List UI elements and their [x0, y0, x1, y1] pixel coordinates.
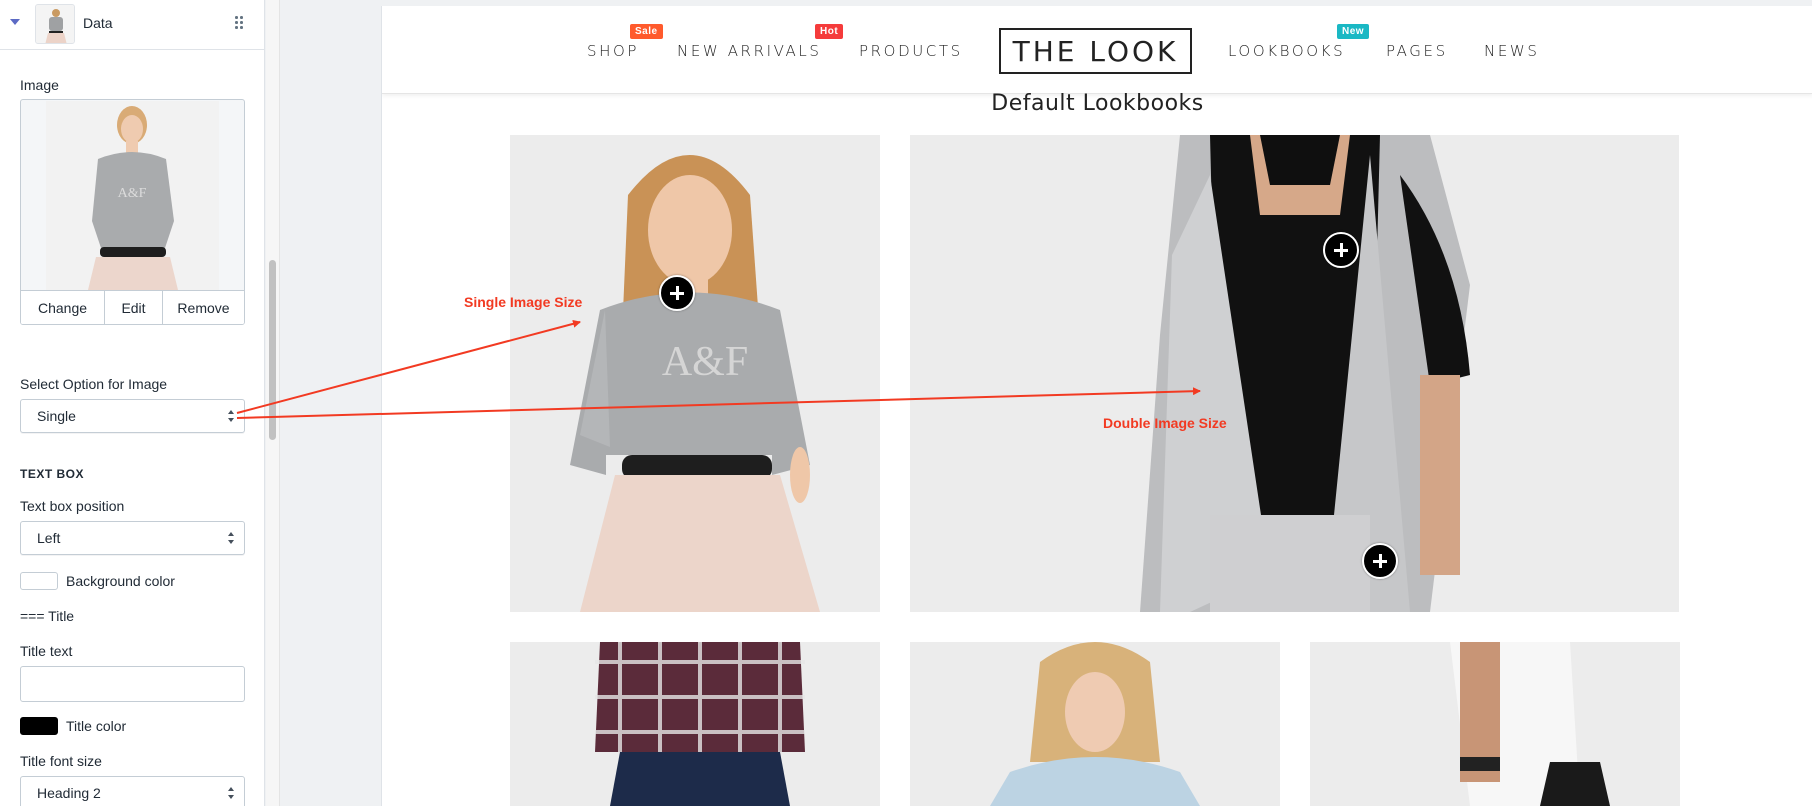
hotspot-plus-icon[interactable] — [659, 275, 695, 311]
store-navigation: SHOP Sale NEW ARRIVALS Hot PRODUCTS THE … — [382, 6, 1812, 94]
storefront-preview: SHOP Sale NEW ARRIVALS Hot PRODUCTS THE … — [381, 6, 1812, 806]
lookbook-image-plaid[interactable] — [510, 642, 880, 806]
collapse-caret-icon[interactable] — [10, 19, 20, 25]
nav-shop[interactable]: SHOP — [587, 42, 639, 60]
hotspot-plus-icon[interactable] — [1323, 232, 1359, 268]
nav-products[interactable]: PRODUCTS — [859, 42, 963, 60]
text-box-position-value: Left — [37, 530, 61, 546]
text-box-position-label: Text box position — [20, 498, 125, 514]
select-arrows-icon — [228, 532, 234, 544]
select-option-label: Select Option for Image — [20, 376, 168, 392]
lookbook-image-tshirt[interactable] — [1310, 642, 1680, 806]
select-arrows-icon — [228, 787, 234, 799]
image-label: Image — [20, 77, 59, 93]
lookbook-image-double[interactable] — [910, 135, 1679, 612]
drag-handle-icon[interactable] — [235, 16, 243, 29]
background-color-swatch[interactable] — [20, 572, 58, 590]
image-option-value: Single — [37, 408, 76, 424]
edit-image-button[interactable]: Edit — [105, 291, 163, 324]
page-title: Default Lookbooks — [991, 91, 1204, 116]
title-color-swatch[interactable] — [20, 717, 58, 735]
title-text-input[interactable] — [20, 666, 245, 702]
image-picker: A&F Change Edit Remove — [20, 99, 245, 325]
change-image-button[interactable]: Change — [21, 291, 105, 324]
title-font-size-select[interactable]: Heading 2 — [20, 776, 245, 806]
sidebar-scroll-thumb[interactable] — [269, 260, 276, 440]
title-color-label: Title color — [66, 718, 127, 734]
nav-news[interactable]: NEWS — [1484, 42, 1539, 60]
title-font-size-label: Title font size — [20, 753, 102, 769]
image-option-select[interactable]: Single — [20, 399, 245, 433]
title-font-size-value: Heading 2 — [37, 785, 101, 801]
image-actions: Change Edit Remove — [21, 290, 244, 324]
new-badge: New — [1337, 24, 1370, 39]
select-arrows-icon — [228, 410, 234, 422]
sale-badge: Sale — [630, 24, 663, 39]
hot-badge: Hot — [815, 24, 844, 39]
svg-text:A&F: A&F — [662, 339, 748, 385]
store-logo[interactable]: THE LOOK — [999, 28, 1192, 74]
nav-new-arrivals[interactable]: NEW ARRIVALS — [677, 42, 821, 60]
lookbook-image-single[interactable]: A&F — [510, 135, 880, 612]
text-box-position-select[interactable]: Left — [20, 521, 245, 555]
svg-text:A&F: A&F — [118, 186, 147, 201]
double-image-annotation: Double Image Size — [1103, 415, 1227, 431]
block-header[interactable]: Data — [0, 0, 264, 50]
single-image-annotation: Single Image Size — [464, 294, 583, 310]
hotspot-plus-icon[interactable] — [1362, 543, 1398, 579]
sidebar-scrollbar[interactable] — [266, 0, 280, 806]
nav-pages[interactable]: PAGES — [1386, 42, 1448, 60]
remove-image-button[interactable]: Remove — [163, 291, 244, 324]
nav-lookbooks[interactable]: LOOKBOOKS — [1228, 42, 1345, 60]
block-title: Data — [83, 15, 113, 31]
title-section-label: === Title — [20, 608, 75, 624]
text-box-heading: TEXT BOX — [20, 467, 85, 481]
lookbook-image-denim[interactable] — [910, 642, 1280, 806]
background-color-label: Background color — [66, 573, 175, 589]
title-text-label: Title text — [20, 643, 73, 659]
block-thumbnail — [35, 4, 75, 44]
settings-sidebar: Data Image A&F Change Edit Remove Select… — [0, 0, 265, 806]
